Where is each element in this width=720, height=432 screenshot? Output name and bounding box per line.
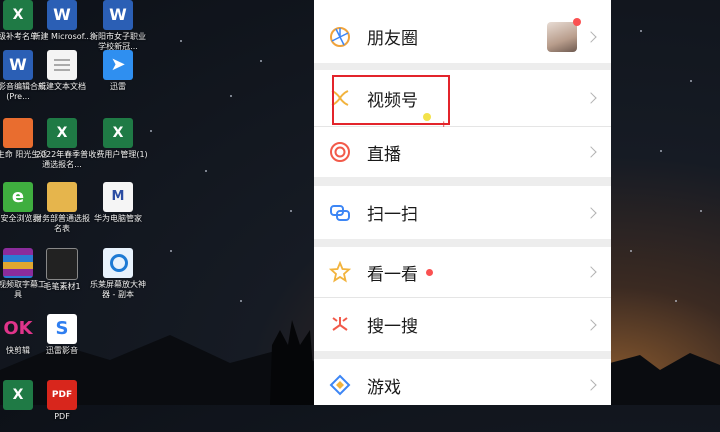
chevron-right-icon <box>585 206 597 219</box>
desktop-icon[interactable]: 毛笔素材1 <box>32 248 92 302</box>
desktop-icon[interactable]: W 新建 Microsof... <box>32 0 92 52</box>
word-file-icon: W <box>47 0 77 30</box>
chevron-right-icon <box>585 30 597 43</box>
folder-icon <box>47 182 77 212</box>
pdf-file-icon: PDF <box>47 380 77 410</box>
browser-icon: e <box>3 182 33 212</box>
desktop-icon-label: 衡阳市女子职业学校新冠... <box>90 32 146 51</box>
desktop-icon[interactable]: M 华为电脑管家 <box>88 182 148 234</box>
menu-row-moments[interactable]: 朋友圈 <box>314 10 611 63</box>
xunlei-player-icon: S <box>47 314 77 344</box>
top-stories-icon <box>329 261 351 283</box>
games-icon <box>329 374 351 396</box>
highlight-box-annotation <box>332 75 450 125</box>
wechat-discover-panel: 朋友圈 视频号 直播 扫一扫 看一看 搜一搜 游戏 <box>314 0 611 405</box>
moments-avatar <box>547 17 581 52</box>
desktop-icon[interactable]: S 迅雷影音 <box>32 314 92 366</box>
desktop-icon-label: 华为电脑管家 <box>94 214 142 223</box>
menu-row-top-stories[interactable]: 看一看 <box>314 247 611 297</box>
text-document-icon <box>47 50 77 80</box>
desktop-icon[interactable]: X 2022年春季普通选报名... <box>32 118 92 170</box>
chevron-right-icon <box>585 379 597 391</box>
chevron-right-icon <box>585 266 597 278</box>
desktop-icon[interactable]: 乐莱屏幕放大神器 - 副本 <box>88 248 148 300</box>
menu-row-games[interactable]: 游戏 <box>314 359 611 405</box>
screenshot-file-icon <box>46 248 78 280</box>
desktop-icon[interactable]: 财务部普通选报名表 <box>32 182 92 234</box>
desktop-icon-label: PDF <box>54 412 70 421</box>
desktop-icon-label: 乐莱屏幕放大神器 - 副本 <box>90 280 146 299</box>
menu-label-games: 游戏 <box>367 377 401 398</box>
red-dot-badge <box>426 268 433 276</box>
desktop-icon-label: 毛笔素材1 <box>43 282 81 291</box>
menu-label-scan: 扫一扫 <box>367 205 418 225</box>
menu-label-live: 直播 <box>367 144 401 165</box>
desktop-icon-label: 新建 Microsof... <box>32 32 92 41</box>
desktop-icon-label: 财务部普通选报名表 <box>34 214 90 233</box>
menu-label-search: 搜一搜 <box>367 317 418 337</box>
magnifier-icon <box>103 248 133 278</box>
desktop-icon[interactable]: 新建文本文档 <box>32 50 92 102</box>
excel-file-icon: X <box>103 118 133 148</box>
excel-file-icon: X <box>3 380 33 410</box>
crosshair-cursor-icon: + <box>440 120 448 130</box>
chevron-right-icon <box>585 92 597 104</box>
menu-row-scan[interactable]: 扫一扫 <box>314 186 611 239</box>
desktop-icon[interactable]: ➤ 迅雷 <box>88 50 148 102</box>
desktop-icon-label: 2022年春季普通选报名... <box>35 150 89 169</box>
menu-label-top-stories: 看一看 <box>367 264 418 285</box>
card-top-fragment <box>314 0 611 10</box>
desktop-icon[interactable]: X 收费用户管理(1) <box>88 118 148 170</box>
desktop-icon-label: 新建文本文档 <box>38 82 86 91</box>
winrar-icon <box>3 248 33 278</box>
excel-file-icon: X <box>47 118 77 148</box>
moments-icon <box>330 26 350 47</box>
desktop-icon-label: 迅雷 <box>110 82 126 91</box>
menu-label-moments: 朋友圈 <box>367 29 418 49</box>
menu-row-search[interactable]: 搜一搜 <box>314 297 611 351</box>
chevron-right-icon <box>585 146 597 158</box>
menu-row-live[interactable]: 直播 <box>314 126 611 177</box>
avatar-badge <box>573 17 581 26</box>
mouse-cursor-highlight <box>423 113 431 121</box>
search-icon <box>332 316 348 331</box>
ppt-file-icon <box>3 118 33 148</box>
xunlei-icon: ➤ <box>103 50 133 80</box>
scan-icon <box>330 204 350 221</box>
desktop-icon[interactable]: PDF PDF <box>32 380 92 432</box>
huawei-pc-manager-icon: M <box>103 182 133 212</box>
word-file-icon: W <box>103 0 133 30</box>
excel-file-icon: X <box>3 0 33 30</box>
word-file-icon: W <box>3 50 33 80</box>
chevron-right-icon <box>585 318 597 331</box>
desktop-icon-label: 收费用户管理(1) <box>88 150 148 159</box>
ok-app-icon: OK <box>3 318 33 339</box>
desktop-icon[interactable]: W 衡阳市女子职业学校新冠... <box>88 0 148 52</box>
live-icon <box>330 142 350 162</box>
desktop-icon-label: 迅雷影音 <box>46 346 78 355</box>
